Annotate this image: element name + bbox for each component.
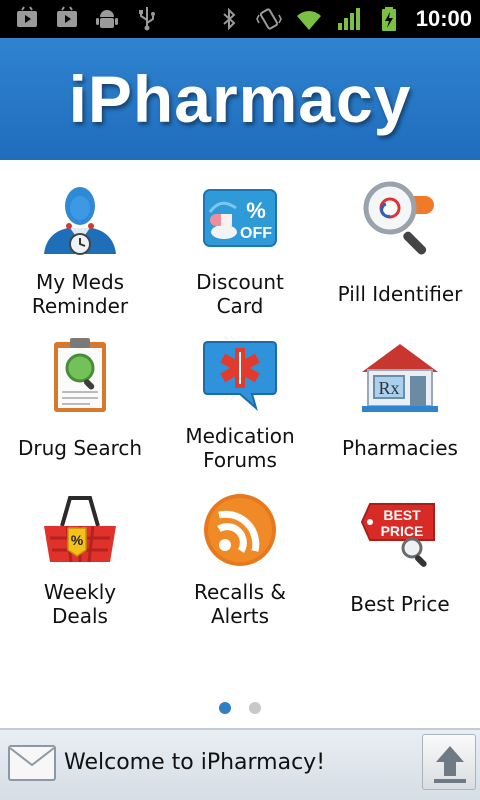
tile-label: Pharmacies <box>342 436 458 460</box>
tile-discount-card[interactable]: % OFF Discount Card <box>160 178 320 328</box>
page-indicator <box>0 702 480 716</box>
upload-button[interactable] <box>422 734 476 790</box>
tile-recalls-alerts[interactable]: Recalls & Alerts <box>160 492 320 642</box>
rx-store-icon: Rx <box>362 344 438 412</box>
pill-magnifier-icon <box>363 181 434 255</box>
svg-text:Rx: Rx <box>378 378 399 398</box>
clock: 10:00 <box>415 6 472 31</box>
play-store-icon <box>17 6 37 27</box>
status-bar: 10:00 <box>0 0 480 38</box>
svg-text:%: % <box>246 198 266 223</box>
tile-label: Weekly Deals <box>43 580 117 628</box>
tile-label: Best Price <box>350 592 450 616</box>
tile-pharmacies[interactable]: Rx Pharmacies <box>320 336 480 486</box>
svg-text:OFF: OFF <box>240 225 272 242</box>
usb-icon <box>139 7 155 31</box>
battery-charging-icon <box>381 7 396 31</box>
tile-label: Pill Identifier <box>337 282 463 306</box>
app-title: iPharmacy <box>68 62 412 136</box>
system-icons: 10:00 <box>216 0 472 38</box>
doctor-clock-icon <box>44 187 116 255</box>
bluetooth-icon <box>223 7 236 31</box>
bottom-message-bar: Welcome to iPharmacy! <box>0 728 480 800</box>
welcome-message: Welcome to iPharmacy! <box>64 750 326 775</box>
vibrate-icon <box>255 8 282 30</box>
envelope-icon[interactable] <box>8 745 56 781</box>
tile-label: Drug Search <box>17 436 143 460</box>
tile-weekly-deals[interactable]: % Weekly Deals <box>0 492 160 642</box>
tile-medication-forums[interactable]: Medication Forums <box>160 336 320 486</box>
medical-chat-icon <box>203 341 277 411</box>
tile-label: Medication Forums <box>185 424 295 472</box>
basket-icon: % <box>44 496 116 563</box>
signal-icon <box>337 8 360 30</box>
tile-label: Recalls & Alerts <box>193 580 287 628</box>
svg-text:PRICE: PRICE <box>381 523 424 539</box>
tile-drug-search[interactable]: Drug Search <box>0 336 160 486</box>
android-debug-icon <box>96 10 118 28</box>
rss-icon <box>204 494 276 566</box>
page-dot[interactable] <box>249 702 261 714</box>
upload-arrow-icon <box>434 746 466 783</box>
svg-text:BEST: BEST <box>383 507 421 523</box>
tile-my-meds-reminder[interactable]: My Meds Reminder <box>0 178 160 328</box>
app-header: iPharmacy <box>0 38 480 160</box>
discount-card-icon: % OFF <box>203 189 277 247</box>
tile-label: My Meds Reminder <box>31 270 129 318</box>
tile-pill-identifier[interactable]: Pill Identifier <box>320 178 480 328</box>
play-store-icon <box>57 6 77 27</box>
tile-best-price[interactable]: BEST PRICE Best Price <box>320 492 480 642</box>
page-dot-active[interactable] <box>219 702 231 714</box>
svg-text:%: % <box>71 532 84 548</box>
clipboard-search-icon <box>54 338 106 412</box>
notification-icons <box>14 5 160 31</box>
tile-label: Discount Card <box>196 270 284 318</box>
wifi-icon <box>296 11 321 30</box>
best-price-tag-icon: BEST PRICE <box>360 503 435 567</box>
